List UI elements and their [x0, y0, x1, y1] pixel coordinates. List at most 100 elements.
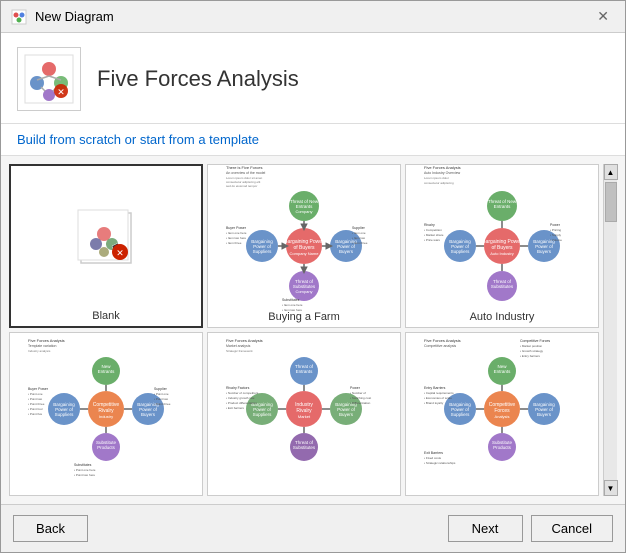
svg-text:Power: Power	[550, 223, 561, 227]
svg-text:Products: Products	[493, 445, 512, 450]
svg-text:Strategic framework: Strategic framework	[226, 349, 253, 353]
svg-text:Buyer Power: Buyer Power	[226, 226, 247, 230]
svg-text:Company: Company	[295, 289, 312, 294]
scroll-up-button[interactable]: ▲	[604, 164, 618, 180]
svg-text:Suppliers: Suppliers	[450, 249, 470, 254]
svg-text:Five Forces Analysis: Five Forces Analysis	[424, 338, 461, 343]
svg-text:• Point four: • Point four	[28, 407, 43, 411]
svg-text:• Economies of scale: • Economies of scale	[424, 396, 452, 400]
footer-right: Next Cancel	[448, 515, 613, 542]
svg-text:Substitutes: Substitutes	[74, 463, 92, 467]
svg-text:• Market share: • Market share	[424, 233, 444, 237]
footer-left: Back	[13, 515, 88, 542]
scrollbar[interactable]: ▲ ▼	[603, 164, 617, 496]
svg-text:• Point two here: • Point two here	[74, 473, 95, 477]
svg-text:• Point one here: • Point one here	[74, 468, 96, 472]
next-button[interactable]: Next	[448, 515, 523, 542]
dialog: New Diagram ✕ ✕ Five Forces Analysis Bui…	[0, 0, 626, 553]
buying-farm-label: Buying a Farm	[208, 311, 400, 323]
svg-text:Competitive analysis: Competitive analysis	[424, 344, 456, 348]
svg-text:Products: Products	[97, 445, 116, 450]
svg-text:• Product differentiation: • Product differentiation	[226, 401, 257, 405]
template-auto-industry[interactable]: Five Forces Analysis Auto Industry Overv…	[405, 164, 599, 328]
svg-text:• Capital requirements: • Capital requirements	[424, 391, 454, 395]
svg-text:Company Name: Company Name	[289, 251, 319, 256]
cancel-button[interactable]: Cancel	[531, 515, 613, 542]
template-buying-farm[interactable]: There is Five Forces An overview of the …	[207, 164, 401, 328]
template-grid: ✕ Blank There is Five Forces An overview…	[9, 164, 599, 496]
svg-text:Substitutes: Substitutes	[292, 445, 315, 450]
auto-industry-label: Auto Industry	[406, 311, 598, 323]
svg-text:• Entry barriers: • Entry barriers	[520, 354, 540, 358]
svg-text:Buyers: Buyers	[536, 249, 551, 254]
svg-text:Five Forces Analysis: Five Forces Analysis	[226, 338, 263, 343]
svg-text:• Switching cost: • Switching cost	[350, 396, 371, 400]
footer: Back Next Cancel	[1, 504, 625, 552]
five-forces-icon: ✕	[23, 53, 75, 105]
svg-text:Power: Power	[350, 386, 361, 390]
template-6-preview: Five Forces Analysis Competitive analysi…	[410, 337, 594, 491]
svg-text:• Point three: • Point three	[28, 402, 45, 406]
template-4-preview: Five Forces Analysis Template variation …	[14, 337, 198, 491]
svg-text:Entrants: Entrants	[493, 369, 511, 374]
svg-text:Suppliers: Suppliers	[252, 249, 272, 254]
svg-text:• Point two: • Point two	[154, 397, 169, 401]
svg-text:Buyers: Buyers	[140, 412, 155, 417]
svg-text:• Market position: • Market position	[520, 344, 543, 348]
svg-text:• Number of: • Number of	[350, 391, 366, 395]
svg-text:• Fixed costs: • Fixed costs	[424, 456, 442, 460]
svg-text:Company: Company	[295, 209, 312, 214]
template-5-preview: Five Forces Analysis Market analysis Str…	[212, 337, 396, 491]
dialog-icon	[11, 9, 27, 25]
svg-text:Industry analysis: Industry analysis	[28, 349, 51, 353]
buying-farm-preview: There is Five Forces An overview of the …	[212, 169, 396, 323]
svg-text:Buyer Power: Buyer Power	[28, 387, 49, 391]
svg-text:Substitutes: Substitutes	[490, 284, 513, 289]
auto-industry-preview: Five Forces Analysis Auto Industry Overv…	[410, 169, 594, 323]
dialog-title: New Diagram	[35, 9, 583, 24]
svg-text:Market: Market	[297, 414, 310, 419]
svg-text:Rivalry Factors: Rivalry Factors	[226, 386, 250, 390]
svg-text:Analysis: Analysis	[494, 414, 509, 419]
svg-text:Suppliers: Suppliers	[450, 412, 470, 417]
svg-text:• Item two here: • Item two here	[226, 236, 246, 240]
svg-text:Five Forces Analysis: Five Forces Analysis	[28, 338, 65, 343]
svg-text:There is Five Forces: There is Five Forces	[226, 165, 262, 170]
svg-text:Entrants: Entrants	[493, 204, 511, 209]
header-icon-box: ✕	[17, 47, 81, 111]
svg-text:Auto Industry: Auto Industry	[490, 251, 514, 256]
svg-text:An overview of the model: An overview of the model	[226, 171, 266, 175]
svg-text:Five Forces Analysis: Five Forces Analysis	[424, 165, 461, 170]
content-area: ✕ Blank There is Five Forces An overview…	[1, 156, 625, 504]
svg-text:Supplier: Supplier	[154, 387, 168, 391]
svg-text:• Supply: • Supply	[550, 233, 562, 237]
scrollbar-track[interactable]	[604, 180, 617, 480]
close-button[interactable]: ✕	[591, 6, 615, 27]
svg-text:• Point one: • Point one	[154, 392, 169, 396]
template-blank[interactable]: ✕ Blank	[9, 164, 203, 328]
svg-text:• Price wars: • Price wars	[424, 238, 440, 242]
svg-text:✕: ✕	[116, 248, 124, 258]
svg-text:Suppliers: Suppliers	[54, 412, 74, 417]
svg-text:• Industry growth rate: • Industry growth rate	[226, 396, 255, 400]
template-4[interactable]: Five Forces Analysis Template variation …	[9, 332, 203, 496]
svg-text:sed do eiusmod tempor: sed do eiusmod tempor	[226, 184, 257, 188]
svg-text:• Pricing: • Pricing	[550, 228, 561, 232]
template-5[interactable]: Five Forces Analysis Market analysis Str…	[207, 332, 401, 496]
scroll-down-button[interactable]: ▼	[604, 480, 618, 496]
template-6[interactable]: Five Forces Analysis Competitive analysi…	[405, 332, 599, 496]
svg-text:• Point three: • Point three	[154, 402, 171, 406]
header-section: ✕ Five Forces Analysis	[1, 33, 625, 124]
svg-text:• Differentiation: • Differentiation	[350, 401, 371, 405]
svg-text:Entrants: Entrants	[295, 369, 313, 374]
svg-text:consectetur adipiscing: consectetur adipiscing	[424, 181, 454, 185]
blank-label: Blank	[11, 310, 201, 322]
svg-text:• Point two: • Point two	[28, 397, 43, 401]
svg-text:• Point five: • Point five	[28, 412, 43, 416]
scrollbar-thumb[interactable]	[605, 182, 617, 222]
svg-text:• Item three: • Item three	[352, 241, 368, 245]
svg-text:• Volume: • Volume	[550, 238, 562, 242]
svg-text:Rivalry: Rivalry	[424, 223, 435, 227]
svg-text:Supplier: Supplier	[352, 226, 366, 230]
back-button[interactable]: Back	[13, 515, 88, 542]
